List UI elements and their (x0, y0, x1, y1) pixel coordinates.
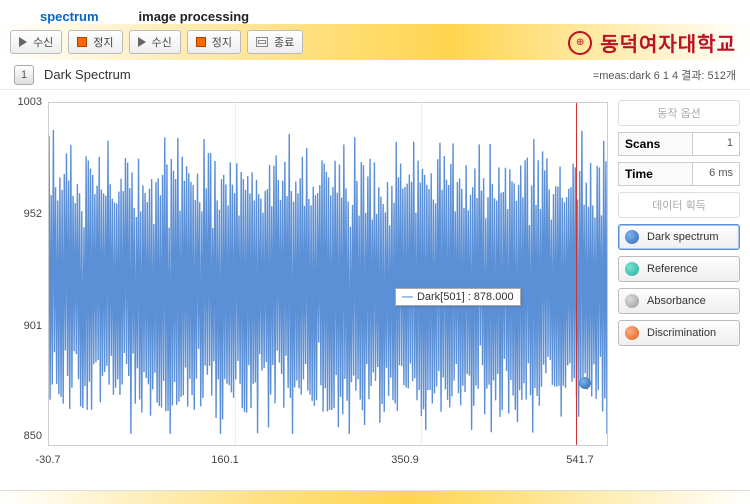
recv-button-2[interactable]: 수신 (129, 30, 181, 54)
chart[interactable]: — Dark[501] : 878.000 (48, 102, 608, 446)
dark-spectrum-label: Dark spectrum (647, 231, 719, 243)
footer-bar (0, 490, 750, 504)
time-row: Time 6 ms (618, 162, 740, 186)
tab-imageprocessing[interactable]: image processing (139, 9, 250, 24)
discrimination-button[interactable]: Discrimination (618, 320, 740, 346)
discrimination-icon (625, 326, 639, 340)
plot-line (49, 103, 607, 445)
dark-spectrum-icon (625, 230, 639, 244)
tooltip-dash-icon: — (402, 291, 413, 303)
brand-text: 동덕여자대학교 (600, 28, 736, 57)
play-icon (138, 37, 146, 47)
stop-label: 정지 (93, 34, 113, 50)
xtick: -30.7 (35, 454, 60, 466)
recv-label-2: 수신 (152, 34, 172, 50)
xtick: 160.1 (211, 454, 239, 466)
absorbance-icon (625, 294, 639, 308)
reference-label: Reference (647, 263, 698, 275)
stop-button-2[interactable]: 정지 (187, 30, 241, 54)
section-acq: 데이터 획득 (618, 192, 740, 218)
scans-label: Scans (619, 133, 693, 155)
discrimination-label: Discrimination (647, 327, 716, 339)
page-title: Dark Spectrum (44, 67, 131, 82)
tooltip-label: Dark[501] : 878.000 (417, 291, 514, 303)
time-value[interactable]: 6 ms (693, 163, 739, 185)
time-label: Time (619, 163, 693, 185)
dark-spectrum-button[interactable]: Dark spectrum (618, 224, 740, 250)
play-icon (19, 37, 27, 47)
ytick: 1003 (2, 96, 42, 108)
ytick: 952 (2, 208, 42, 220)
tooltip: — Dark[501] : 878.000 (395, 288, 521, 306)
absorbance-label: Absorbance (647, 295, 706, 307)
stop-icon (77, 37, 87, 47)
brand: ⊕ 동덕여자대학교 (568, 28, 736, 57)
ytick: 850 (2, 430, 42, 442)
recv-button-1[interactable]: 수신 (10, 30, 62, 54)
stop-icon (196, 37, 206, 47)
scans-row: Scans 1 (618, 132, 740, 156)
stop-button-1[interactable]: 정지 (68, 30, 122, 54)
reference-icon (625, 262, 639, 276)
stop-label-2: 정지 (212, 34, 232, 50)
reference-button[interactable]: Reference (618, 256, 740, 282)
ytick: 901 (2, 320, 42, 332)
marker-dot (579, 377, 591, 389)
end-label: 종료 (274, 34, 294, 50)
status-text: =meas:dark 6 1 4 결과: 512개 (593, 67, 736, 83)
xtick: 350.9 (391, 454, 419, 466)
chart-area[interactable]: 1003 952 901 850 -30.7 160.1 350.9 541.7… (0, 90, 618, 480)
recv-label: 수신 (33, 34, 53, 50)
section-action-options: 동작 옵션 (618, 100, 740, 126)
tab-number[interactable]: 1 (14, 65, 34, 85)
absorbance-button[interactable]: Absorbance (618, 288, 740, 314)
cursor-line (576, 103, 577, 445)
xtick: 541.7 (566, 454, 594, 466)
end-button[interactable]: 종료 (247, 30, 303, 54)
end-icon (256, 37, 268, 47)
tab-spectrum[interactable]: spectrum (40, 9, 99, 24)
scans-value[interactable]: 1 (693, 133, 739, 155)
brand-logo-icon: ⊕ (568, 31, 592, 55)
